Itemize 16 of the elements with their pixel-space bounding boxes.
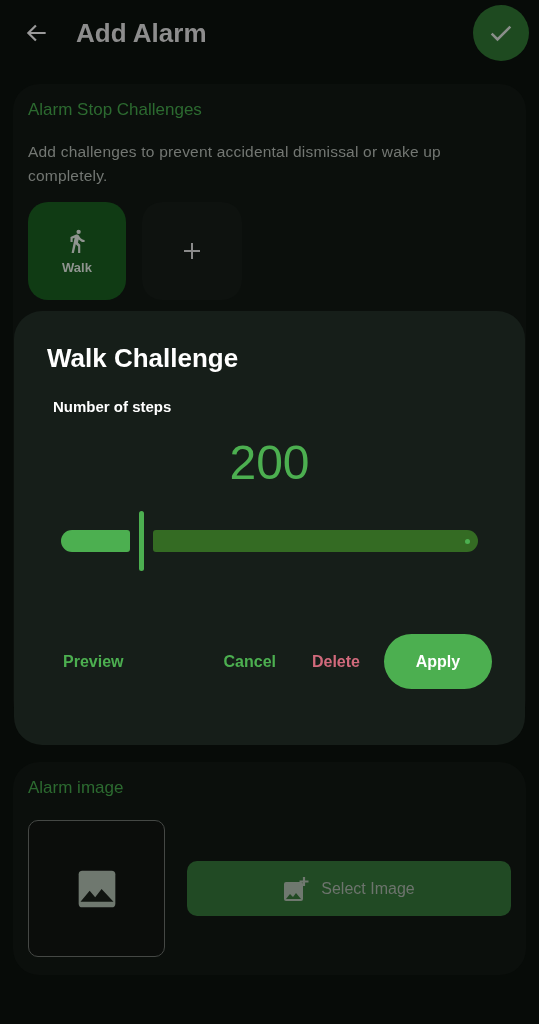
steps-slider[interactable] [61,510,478,572]
steps-value: 200 [229,435,310,490]
slider-thumb[interactable] [139,511,145,571]
card-title: Alarm image [28,778,125,798]
add-image-icon [283,875,310,902]
card-title: Alarm Stop Challenges [28,100,203,120]
text-button[interactable]: Preview [47,642,140,681]
text-button[interactable]: Cancel [207,642,292,681]
screen-title: Add Alarm [76,17,208,49]
field-label: Number of steps [53,398,173,415]
save-button[interactable] [473,5,529,61]
apply-button[interactable]: Apply [384,634,492,689]
text-button[interactable]: Delete [295,642,376,681]
card-description: Add challenges to prevent accidental dismissal or wake up completely. [28,142,442,186]
challenge-tile[interactable]: Walk [28,202,126,300]
dialog-title: Walk Challenge [47,343,240,374]
